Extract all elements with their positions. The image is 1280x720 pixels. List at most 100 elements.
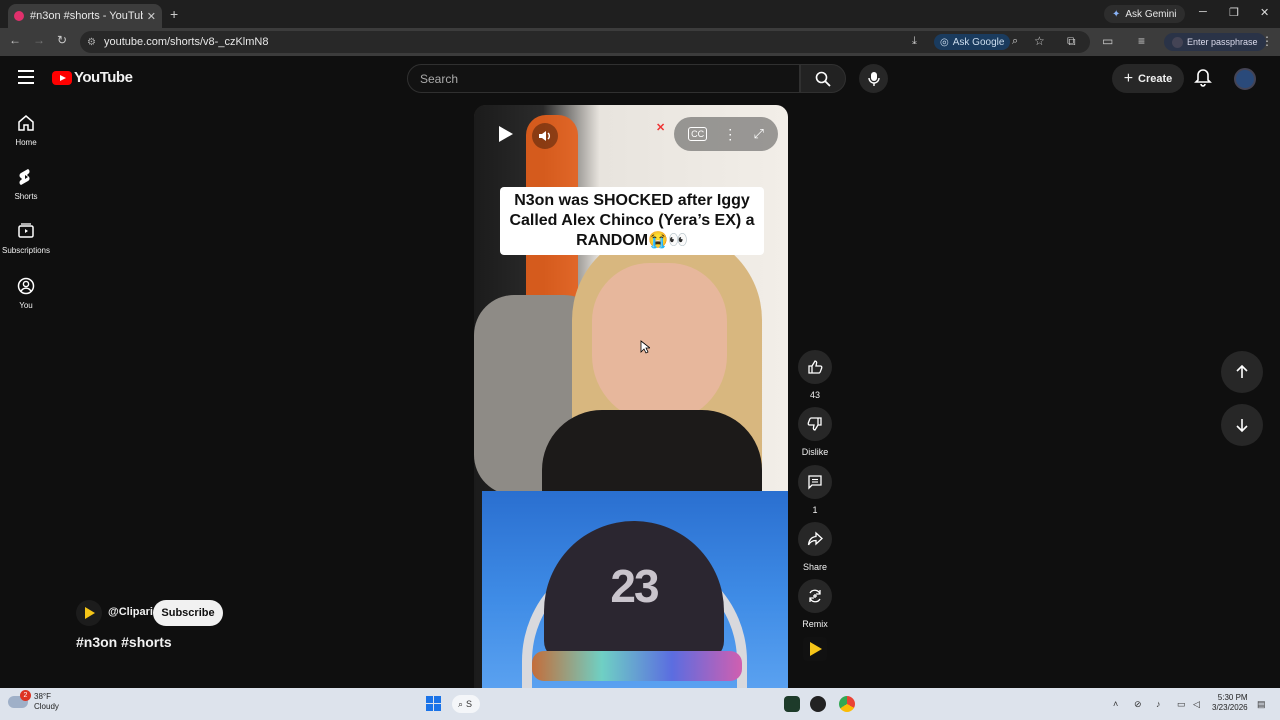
clock-date: 3/23/2026 — [1212, 703, 1248, 712]
volume-icon — [539, 131, 550, 141]
thumbs-up-icon — [808, 360, 823, 374]
share-icon — [807, 531, 823, 546]
ask-gemini-button[interactable]: ✦ Ask Gemini — [1104, 5, 1185, 23]
taskbar-clock[interactable]: 5:30 PM 3/23/2026 — [1212, 693, 1248, 713]
remix-circle[interactable] — [798, 579, 832, 613]
browser-menu-icon[interactable]: ⋮ — [1261, 34, 1273, 48]
search-button[interactable] — [800, 64, 846, 93]
channel-play-logo-icon — [810, 642, 822, 656]
comments-button[interactable]: 1 — [796, 465, 834, 515]
bell-icon — [1194, 69, 1212, 87]
shorts-video-player[interactable]: N3on was SHOCKED after Iggy Called Alex … — [474, 105, 788, 688]
video-inset-clip: 23 — [482, 491, 788, 688]
network-icon[interactable]: ▭ — [1177, 699, 1186, 710]
create-button[interactable]: + Create — [1112, 64, 1184, 93]
extensions-icon[interactable]: ⧉ — [1067, 34, 1076, 49]
video-person-face — [592, 263, 727, 423]
sidebar-item-home[interactable]: Home — [2, 114, 50, 147]
weather-badge: 2 — [20, 690, 31, 701]
sidebar-item-you[interactable]: You — [2, 277, 50, 310]
back-icon[interactable]: ← — [9, 33, 21, 47]
video-visor — [532, 651, 742, 681]
speaker-icon[interactable]: ◁ — [1193, 699, 1200, 710]
channel-play-icon — [85, 607, 95, 619]
volume-button[interactable] — [532, 123, 558, 149]
tray-microphone-icon[interactable]: ♪ — [1156, 699, 1161, 709]
home-icon — [18, 115, 34, 131]
site-info-icon[interactable]: ⚙ — [87, 37, 96, 48]
media-controls-icon[interactable]: ≡ — [1138, 34, 1145, 48]
subscribe-button[interactable]: Subscribe — [153, 600, 223, 626]
ask-google-button[interactable]: ◎ Ask Google — [934, 34, 1011, 50]
browser-tab-bar — [0, 0, 1280, 28]
reload-icon[interactable]: ↻ — [57, 33, 67, 47]
chrome-taskbar-icon[interactable] — [839, 696, 855, 712]
shorts-icon — [19, 169, 30, 185]
share-label: Share — [802, 562, 828, 572]
sidebar-item-subscriptions[interactable]: Subscriptions — [2, 222, 50, 255]
install-app-icon[interactable]: ⤓ — [912, 35, 917, 48]
sidebar-item-label: Subscriptions — [1, 246, 51, 255]
channel-thumbnail-button[interactable] — [803, 637, 827, 661]
weather-text: 38°F Cloudy — [34, 692, 59, 712]
taskbar-search-text: S — [466, 699, 473, 709]
like-button[interactable]: 43 — [796, 350, 834, 400]
closed-captions-icon[interactable]: CC — [688, 127, 708, 141]
weather-desc: Cloudy — [34, 702, 59, 711]
voice-search-button[interactable] — [859, 64, 888, 93]
share-button[interactable]: Share — [796, 522, 834, 572]
share-circle[interactable] — [798, 522, 832, 556]
taskbar-app-icon[interactable] — [784, 696, 800, 712]
bookmark-star-icon[interactable]: ☆ — [1034, 34, 1045, 48]
like-circle[interactable] — [798, 350, 832, 384]
taskbar-search-icon: ⌕ — [458, 698, 464, 709]
browser-tab[interactable]: #n3on #shorts - YouTube ✕ — [8, 4, 162, 28]
restore-icon[interactable]: ❐ — [1229, 6, 1239, 19]
previous-short-button[interactable] — [1221, 351, 1263, 393]
fullscreen-icon[interactable]: ⤢ — [753, 126, 763, 142]
windows-start-icon[interactable] — [426, 696, 441, 711]
profile-passphrase-button[interactable]: Enter passphrase — [1164, 33, 1266, 51]
forward-icon[interactable]: → — [33, 33, 45, 47]
close-overlay-icon: ✕ — [656, 122, 666, 134]
tab-close-icon[interactable]: ✕ — [147, 10, 156, 23]
cloud-off-icon[interactable]: ⊘ — [1134, 699, 1142, 710]
account-avatar[interactable] — [1234, 68, 1256, 90]
remix-button[interactable]: Remix — [796, 579, 834, 629]
video-person-clothing — [542, 410, 762, 500]
minimize-icon[interactable]: ─ — [1199, 6, 1207, 18]
notifications-button[interactable] — [1194, 68, 1212, 93]
search-input[interactable]: Search — [407, 64, 800, 93]
youtube-play-logo-icon — [52, 70, 72, 85]
split-view-icon[interactable]: ▭ — [1102, 34, 1113, 48]
sidebar-item-label: Shorts — [14, 192, 38, 201]
comments-circle[interactable] — [798, 465, 832, 499]
taskbar-search[interactable]: ⌕ S — [452, 695, 480, 713]
next-short-button[interactable] — [1221, 404, 1263, 446]
weather-widget[interactable]: 2 38°F Cloudy — [8, 690, 59, 712]
play-button[interactable] — [494, 123, 516, 145]
remix-icon — [809, 589, 821, 603]
gemini-icon: ✦ — [1112, 8, 1121, 20]
tab-title: #n3on #shorts - YouTube — [30, 10, 143, 22]
hamburger-menu-icon[interactable] — [18, 70, 34, 84]
url-text: youtube.com/shorts/v8-_czKlmN8 — [104, 36, 269, 48]
channel-avatar[interactable] — [76, 600, 102, 626]
youtube-logo[interactable]: YouTube — [52, 69, 133, 86]
zoom-icon[interactable]: ⌕ — [1012, 35, 1018, 48]
notification-center-icon[interactable]: ▤ — [1257, 699, 1266, 710]
tray-chevron-icon[interactable]: ˄ — [1113, 699, 1118, 709]
window-close-icon[interactable]: ✕ — [1260, 6, 1269, 19]
channel-handle[interactable]: @Clipari — [108, 606, 153, 618]
dislike-button[interactable]: Dislike — [796, 407, 834, 457]
dislike-circle[interactable] — [798, 407, 832, 441]
short-title[interactable]: #n3on #shorts — [76, 634, 172, 650]
create-label: Create — [1138, 72, 1173, 85]
ask-gemini-label: Ask Gemini — [1125, 8, 1177, 20]
more-options-icon[interactable]: ⋮ — [723, 126, 737, 143]
sidebar-item-shorts[interactable]: Shorts — [2, 168, 50, 201]
dislike-label: Dislike — [801, 447, 829, 457]
taskbar-app-icon[interactable] — [810, 696, 826, 712]
new-tab-button[interactable]: + — [170, 6, 178, 22]
comment-icon — [808, 475, 822, 490]
